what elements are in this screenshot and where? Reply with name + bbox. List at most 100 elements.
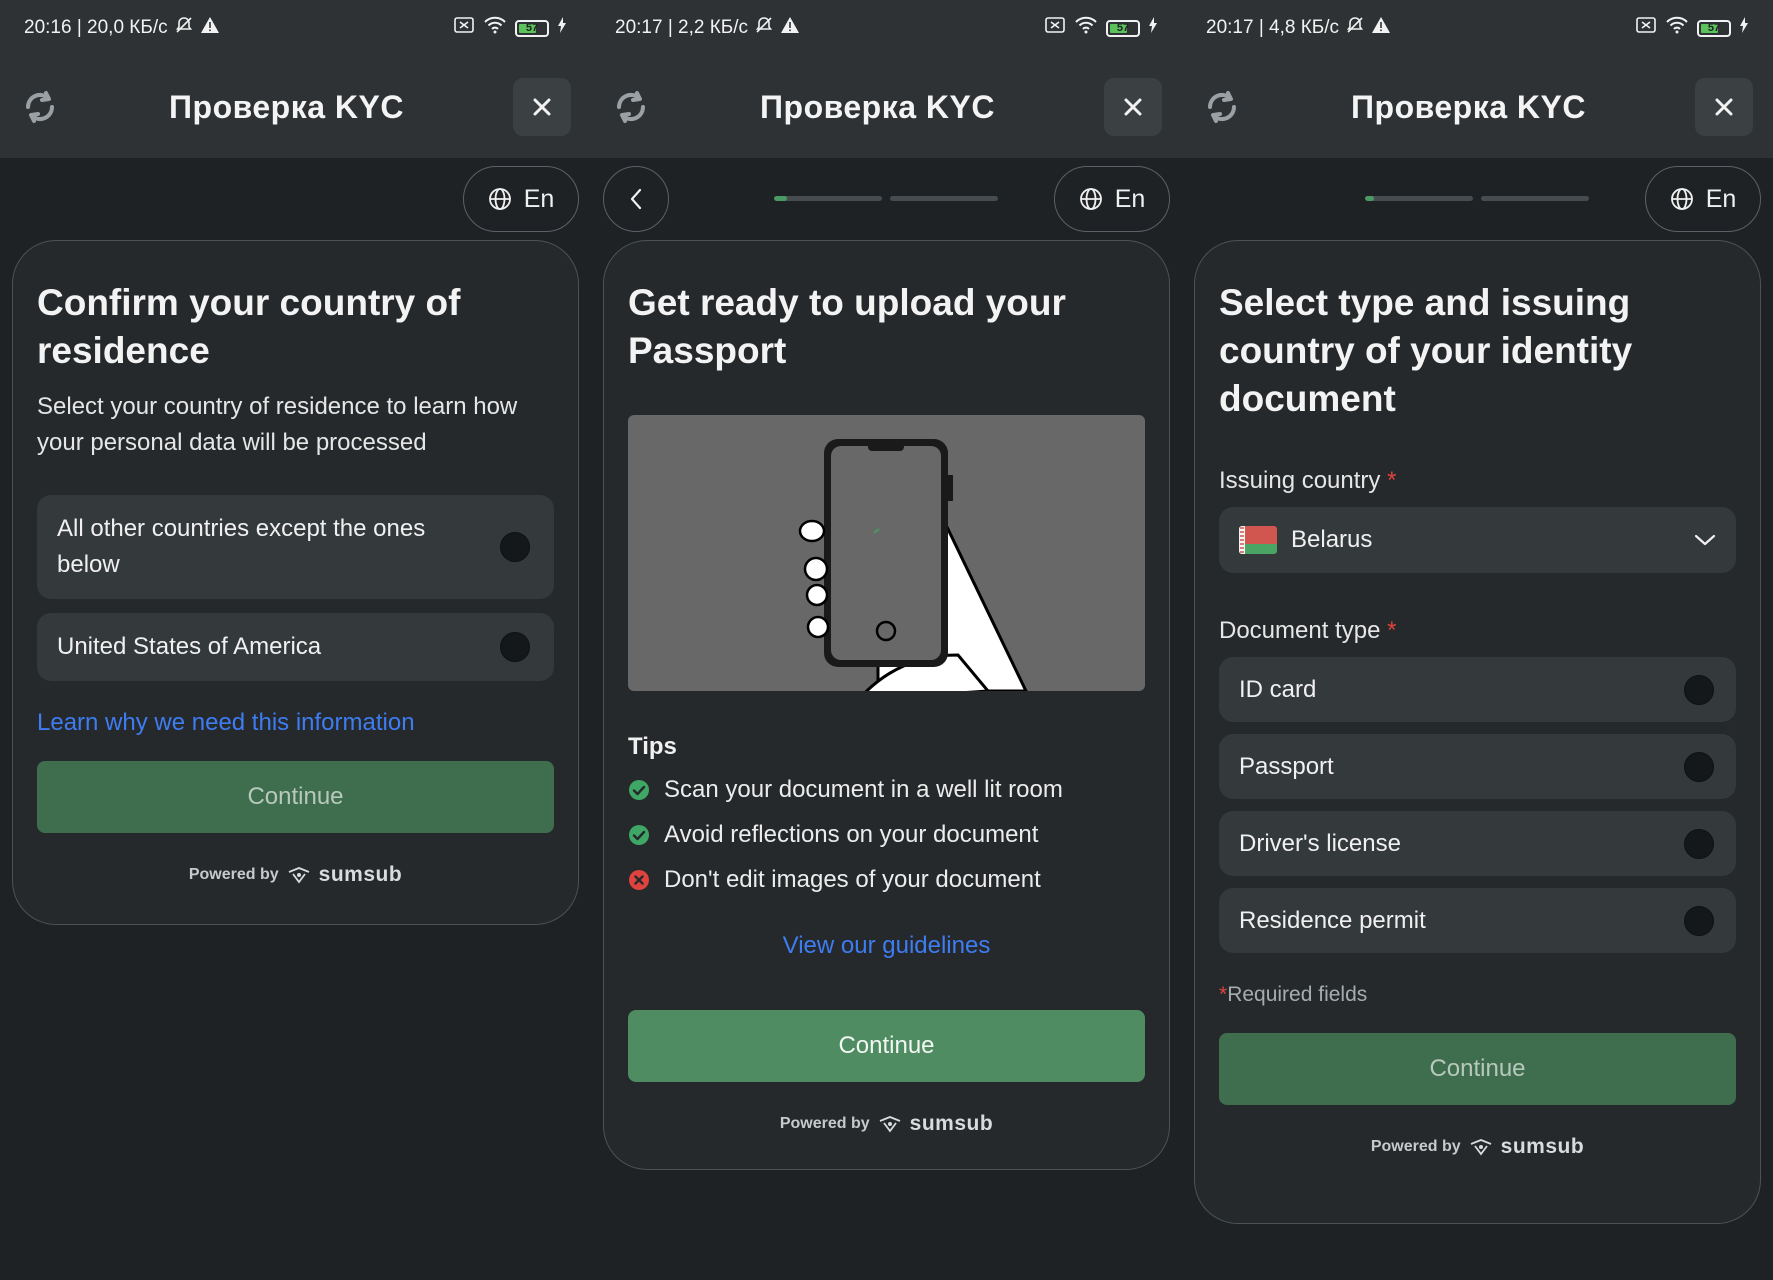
tip-item: Don't edit images of your document [628,864,1145,896]
option-usa[interactable]: United States of America [37,613,554,681]
sumsub-logo-icon [288,867,309,884]
close-icon [1715,98,1733,116]
language-button[interactable]: En [1054,166,1170,232]
chevron-down-icon [1694,534,1716,546]
bell-off-icon [174,15,194,41]
guidelines-link[interactable]: View our guidelines [783,932,991,959]
status-text: 20:16 | 20,0 КБ/с [24,17,168,38]
wifi-icon [1665,16,1689,40]
country-options: All other countries except the ones belo… [37,495,554,681]
globe-icon [488,188,511,210]
continue-button[interactable]: Continue [37,761,554,833]
status-bar: 20:17 | 2,2 КБ/с 57 [591,0,1182,56]
required-mark: * [1219,983,1228,1006]
powered-by: Powered by sumsub [628,1112,1145,1136]
app-bar: Проверка KYC [1182,56,1773,158]
country-select[interactable]: Belarus [1219,507,1736,573]
app-title: Проверка KYC [169,88,404,125]
close-button[interactable] [513,78,571,136]
status-text: 20:17 | 2,2 КБ/с [615,17,749,38]
close-button[interactable] [1104,78,1162,136]
option-label: Driver's license [1239,829,1401,857]
radio-button[interactable] [1684,751,1714,782]
option-other-countries[interactable]: All other countries except the ones belo… [37,495,554,599]
option-label: All other countries except the ones belo… [57,515,426,578]
close-button[interactable] [1695,78,1753,136]
tip-text: Avoid reflections on your document [664,821,1039,848]
document-type-label: Document type [1219,617,1381,644]
radio-button[interactable] [500,532,530,562]
sumsub-logo-icon [1470,1139,1491,1156]
country-card: Confirm your country of residence Select… [12,240,579,925]
tips-heading: Tips [628,733,677,760]
issuing-country-label: Issuing country [1219,467,1381,494]
hand-phone-illustration [798,439,1028,691]
refresh-icon[interactable] [20,87,60,127]
option-drivers-license[interactable]: Driver's license [1219,811,1736,876]
page-title: Select type and issuing country of your … [1219,282,1633,419]
language-button[interactable]: En [463,166,579,232]
option-label: ID card [1239,675,1317,703]
bell-off-icon [1345,15,1365,41]
tip-item: Avoid reflections on your document [628,819,1145,851]
warning-icon [780,16,800,40]
document-card: Select type and issuing country of your … [1194,240,1761,1224]
radio-button[interactable] [1684,674,1714,705]
status-bar: 20:16 | 20,0 КБ/с 57 [0,0,591,56]
language-button[interactable]: En [1645,166,1761,232]
refresh-icon[interactable] [1202,87,1242,127]
step-progress [774,196,998,202]
tip-text: Don't edit images of your document [664,866,1041,893]
language-label: En [523,184,555,213]
language-label: En [1114,184,1146,213]
screenshot-collage: 20:16 | 20,0 КБ/с 57 Проверка KYC En Con… [0,0,1773,1280]
option-passport[interactable]: Passport [1219,734,1736,799]
charging-icon [1739,17,1749,39]
progress-segment [1365,196,1473,201]
tip-item: Scan your document in a well lit room [628,774,1145,806]
brand-name: sumsub [909,1112,994,1135]
radio-button[interactable] [1684,905,1714,936]
status-left: 20:16 | 20,0 КБ/с [24,15,220,41]
panel-document-type: 20:17 | 4,8 КБ/с 57 Проверка KYC En Sele… [1182,0,1773,1280]
guidelines-row: View our guidelines [628,932,1145,960]
status-left: 20:17 | 4,8 КБ/с [1206,15,1391,41]
status-text: 20:17 | 4,8 КБ/с [1206,17,1340,38]
tip-text: Scan your document in a well lit room [664,776,1063,803]
sim-off-icon [1635,16,1657,40]
status-bar: 20:17 | 4,8 КБ/с 57 [1182,0,1773,56]
status-left: 20:17 | 2,2 КБ/с [615,15,800,41]
radio-button[interactable] [1684,828,1714,859]
option-id-card[interactable]: ID card [1219,657,1736,722]
radio-button[interactable] [500,632,530,662]
cross-circle-icon [629,870,649,890]
charging-icon [1148,17,1158,39]
continue-button[interactable]: Continue [1219,1033,1736,1105]
back-button[interactable] [603,166,669,232]
country-select-value: Belarus [1291,526,1373,553]
brand-name: sumsub [318,863,403,886]
progress-fill [774,196,787,201]
option-residence-permit[interactable]: Residence permit [1219,888,1736,953]
learn-why-link[interactable]: Learn why we need this information [37,709,415,736]
powered-by: Powered by sumsub [1219,1135,1736,1159]
globe-icon [1079,188,1102,210]
continue-button[interactable]: Continue [628,1010,1145,1082]
page-title: Get ready to upload your Passport [628,282,1066,371]
progress-segment [890,196,998,201]
option-label: United States of America [57,633,322,660]
progress-segment [774,196,882,201]
progress-segment [1481,196,1589,201]
app-bar: Проверка KYC [591,56,1182,158]
required-note-text: Required fields [1227,983,1368,1006]
option-label: Residence permit [1239,906,1426,934]
close-icon [533,98,551,116]
powered-by: Powered by sumsub [37,863,554,887]
app-title: Проверка KYC [760,88,995,125]
passport-card: Get ready to upload your Passport Tips S… [603,240,1170,1170]
tips-list: Scan your document in a well lit room Av… [628,774,1145,896]
panel-country-residence: 20:16 | 20,0 КБ/с 57 Проверка KYC En Con… [0,0,591,1280]
wifi-icon [1074,16,1098,40]
info-link-row: Learn why we need this information [37,709,554,737]
refresh-icon[interactable] [611,87,651,127]
